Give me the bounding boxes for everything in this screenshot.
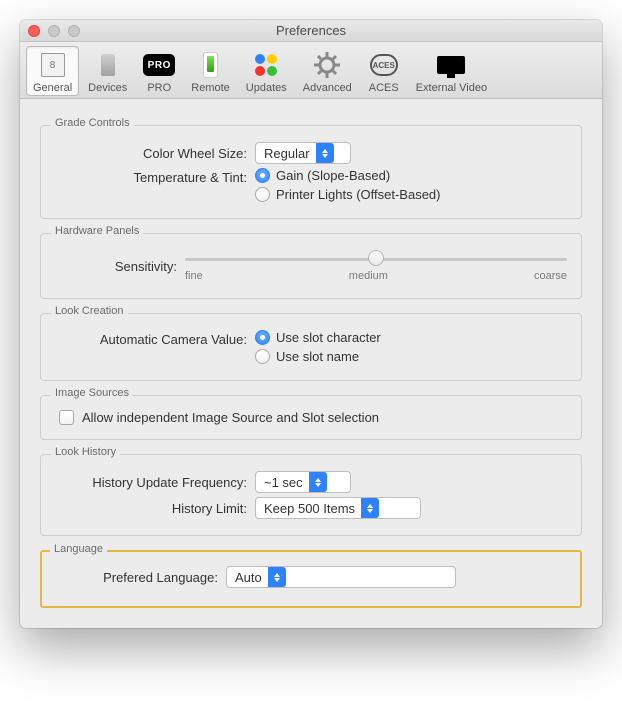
select-value: Auto	[227, 570, 268, 585]
group-grade-controls: Grade Controls Color Wheel Size: Regular…	[40, 125, 582, 219]
devices-icon	[92, 49, 124, 81]
radio-label: Printer Lights (Offset-Based)	[276, 187, 441, 202]
automatic-camera-value-label: Automatic Camera Value:	[55, 330, 255, 347]
tab-pro[interactable]: PRO PRO	[136, 46, 182, 96]
tick-medium: medium	[349, 270, 388, 282]
sensitivity-label: Sensitivity:	[55, 259, 185, 274]
radio-label: Use slot character	[276, 330, 381, 345]
radio-use-slot-name[interactable]: Use slot name	[255, 349, 381, 364]
tab-label: Remote	[191, 82, 230, 94]
remote-icon	[195, 49, 227, 81]
select-value: Keep 500 Items	[256, 501, 361, 516]
content: Grade Controls Color Wheel Size: Regular…	[20, 99, 602, 628]
group-image-sources: Image Sources Allow independent Image So…	[40, 395, 582, 440]
legend: Look Creation	[51, 305, 128, 317]
tab-remote[interactable]: Remote	[184, 46, 237, 96]
color-wheel-size-label: Color Wheel Size:	[55, 146, 255, 161]
group-look-history: Look History History Update Frequency: ~…	[40, 454, 582, 536]
tab-label: ACES	[369, 82, 399, 94]
tab-label: PRO	[147, 82, 171, 94]
temperature-tint-label: Temperature & Tint:	[55, 168, 255, 185]
tab-label: Devices	[88, 82, 127, 94]
legend: Language	[50, 543, 107, 555]
group-language: Language Prefered Language: Auto	[40, 550, 582, 608]
tab-general[interactable]: General	[26, 46, 79, 96]
preferences-window: Preferences General Devices PRO PRO Remo…	[20, 20, 602, 628]
group-hardware-panels: Hardware Panels Sensitivity: fine medium…	[40, 233, 582, 299]
stepper-icon	[309, 472, 327, 492]
select-value: Regular	[256, 146, 316, 161]
slider-ticks: fine medium coarse	[185, 270, 567, 282]
stepper-icon	[316, 143, 334, 163]
group-look-creation: Look Creation Automatic Camera Value: Us…	[40, 313, 582, 381]
allow-independent-image-source-checkbox[interactable]: Allow independent Image Source and Slot …	[55, 408, 567, 427]
legend: Grade Controls	[51, 117, 134, 129]
gear-icon	[314, 52, 340, 78]
radio-label: Gain (Slope-Based)	[276, 168, 390, 183]
radio-use-slot-character[interactable]: Use slot character	[255, 330, 381, 345]
tab-label: Updates	[246, 82, 287, 94]
checkbox-label: Allow independent Image Source and Slot …	[82, 410, 379, 425]
window-title: Preferences	[20, 23, 602, 38]
history-limit-label: History Limit:	[55, 501, 255, 516]
select-value: ~1 sec	[256, 475, 309, 490]
history-update-frequency-label: History Update Frequency:	[55, 475, 255, 490]
temperature-tint-radiogroup: Gain (Slope-Based) Printer Lights (Offse…	[255, 168, 441, 202]
legend: Hardware Panels	[51, 225, 143, 237]
tick-fine: fine	[185, 270, 203, 282]
legend: Image Sources	[51, 387, 133, 399]
radio-icon	[255, 187, 270, 202]
slider-knob[interactable]	[368, 250, 384, 266]
radio-gain[interactable]: Gain (Slope-Based)	[255, 168, 441, 183]
legend: Look History	[51, 446, 120, 458]
tab-devices[interactable]: Devices	[81, 46, 134, 96]
tab-label: General	[33, 82, 72, 94]
history-update-frequency-select[interactable]: ~1 sec	[255, 471, 351, 493]
tab-label: Advanced	[303, 82, 352, 94]
radio-icon	[255, 330, 270, 345]
preferred-language-select[interactable]: Auto	[226, 566, 456, 588]
titlebar: Preferences	[20, 20, 602, 42]
radio-icon	[255, 168, 270, 183]
automatic-camera-value-radiogroup: Use slot character Use slot name	[255, 330, 381, 364]
tab-aces[interactable]: ACES ACES	[361, 46, 407, 96]
advanced-icon	[311, 49, 343, 81]
tab-label: External Video	[416, 82, 487, 94]
radio-printer-lights[interactable]: Printer Lights (Offset-Based)	[255, 187, 441, 202]
checkbox-icon	[59, 410, 74, 425]
sensitivity-slider[interactable]	[185, 250, 567, 268]
radio-label: Use slot name	[276, 349, 359, 364]
toolbar: General Devices PRO PRO Remote Updates	[20, 42, 602, 99]
history-limit-select[interactable]: Keep 500 Items	[255, 497, 421, 519]
updates-icon	[250, 49, 282, 81]
pro-icon: PRO	[143, 49, 175, 81]
aces-icon: ACES	[368, 49, 400, 81]
stepper-icon	[361, 498, 379, 518]
stepper-icon	[268, 567, 286, 587]
external-video-icon	[435, 49, 467, 81]
tab-external-video[interactable]: External Video	[409, 46, 494, 96]
preferred-language-label: Prefered Language:	[56, 570, 226, 585]
tab-updates[interactable]: Updates	[239, 46, 294, 96]
radio-icon	[255, 349, 270, 364]
tick-coarse: coarse	[534, 270, 567, 282]
color-wheel-size-select[interactable]: Regular	[255, 142, 351, 164]
general-icon	[37, 49, 69, 81]
tab-advanced[interactable]: Advanced	[296, 46, 359, 96]
